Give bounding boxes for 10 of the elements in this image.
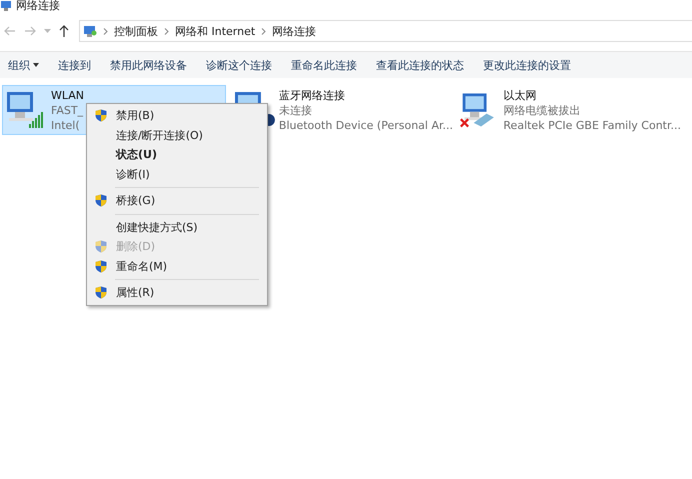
connection-name: WLAN [51, 88, 84, 102]
window-title: 网络连接 [16, 0, 60, 12]
connection-name: 蓝牙网络连接 [278, 88, 346, 102]
connection-status: 未连接 [278, 102, 313, 118]
connection-name: 以太网 [503, 88, 538, 102]
adapter-name: Realtek PCIe GBE Family Contr... [503, 118, 681, 132]
adapter-name: Intel( [51, 118, 81, 132]
connection-status: 网络电缆被拔出 [503, 102, 582, 118]
adapter-name: Bluetooth Device (Personal Ar... [278, 118, 453, 132]
connection-status: FAST_ [51, 102, 84, 118]
